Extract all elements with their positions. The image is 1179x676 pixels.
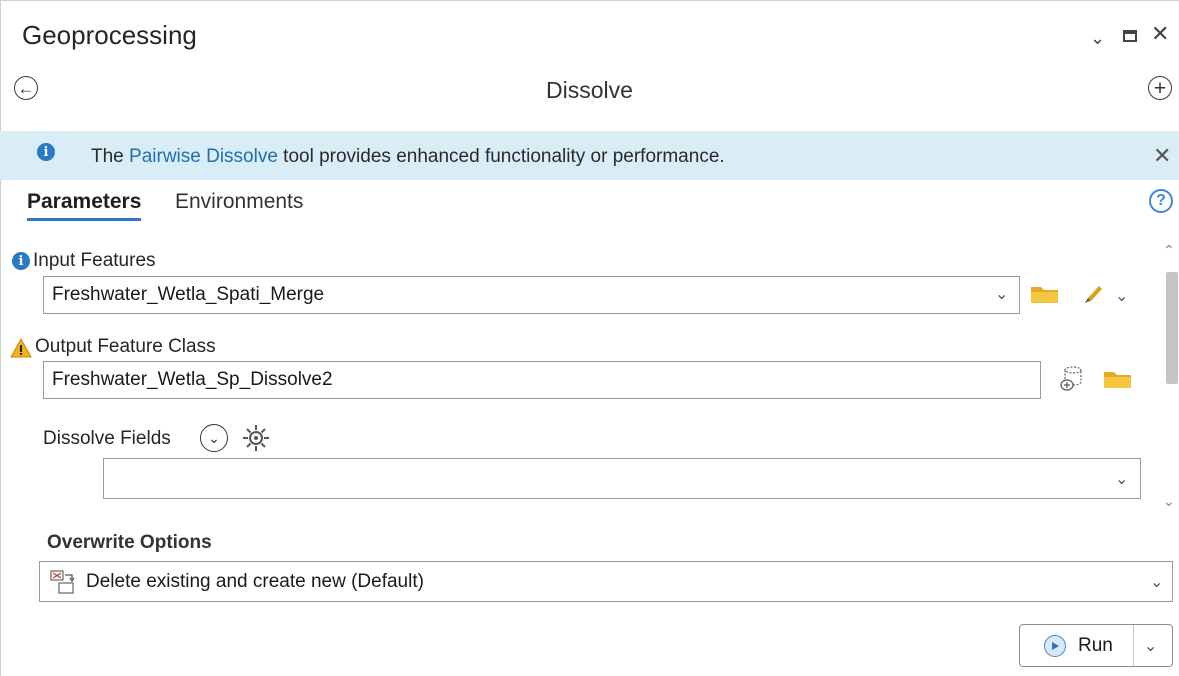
scrollbar-thumb[interactable] <box>1166 272 1178 384</box>
info-banner-text: The Pairwise Dissolve tool provides enha… <box>91 146 725 168</box>
output-feature-class-value: Freshwater_Wetla_Sp_Dissolve2 <box>52 369 333 390</box>
overwrite-options-label: Overwrite Options <box>47 532 212 553</box>
tool-title: Dissolve <box>546 77 633 103</box>
close-icon[interactable]: ✕ <box>1151 22 1169 46</box>
input-info-icon[interactable]: i <box>12 252 30 270</box>
banner-close-icon[interactable]: ✕ <box>1153 143 1171 169</box>
overwrite-options-dropdown-chevron-icon[interactable]: ⌄ <box>1150 572 1163 592</box>
maximize-icon[interactable] <box>1123 30 1137 42</box>
run-button[interactable]: Run ⌄ <box>1019 624 1173 667</box>
input-browse-folder-icon[interactable] <box>1030 283 1060 305</box>
pairwise-dissolve-link[interactable]: Pairwise Dissolve <box>129 146 278 167</box>
info-icon: i <box>37 143 55 161</box>
scroll-down-chevron-icon[interactable]: ⌄ <box>1163 493 1175 510</box>
input-features-value: Freshwater_Wetla_Spati_Merge <box>52 284 325 305</box>
pencil-icon[interactable] <box>1082 284 1106 306</box>
output-feature-class-field[interactable]: Freshwater_Wetla_Sp_Dissolve2 <box>43 361 1041 399</box>
play-triangle-icon <box>1052 641 1059 650</box>
add-icon[interactable]: + <box>1148 76 1172 100</box>
gear-icon[interactable] <box>240 422 272 454</box>
tab-parameters[interactable]: Parameters <box>27 190 142 221</box>
pane-title: Geoprocessing <box>22 20 197 50</box>
output-browse-folder-icon[interactable] <box>1103 368 1133 390</box>
database-picker-icon[interactable] <box>1058 364 1084 394</box>
info-banner-prefix: The <box>91 146 130 167</box>
dissolve-fields-field[interactable] <box>103 458 1141 499</box>
scroll-up-chevron-icon[interactable]: ⌃ <box>1163 242 1175 259</box>
overwrite-options-value: Delete existing and create new (Default) <box>86 570 424 592</box>
warning-icon[interactable] <box>10 338 32 358</box>
output-feature-class-label: Output Feature Class <box>35 336 216 357</box>
pencil-dropdown-chevron-icon[interactable]: ⌄ <box>1115 286 1128 306</box>
dissolve-fields-dropdown-chevron-icon[interactable]: ⌄ <box>1115 469 1128 489</box>
pane-menu-chevron-icon[interactable]: ⌄ <box>1090 26 1105 50</box>
help-icon[interactable]: ? <box>1149 189 1173 213</box>
run-divider <box>1132 625 1134 666</box>
input-features-dropdown-chevron-icon[interactable]: ⌄ <box>995 284 1008 304</box>
dissolve-fields-label: Dissolve Fields <box>43 428 171 449</box>
overwrite-options-field[interactable]: Delete existing and create new (Default) <box>39 561 1173 602</box>
run-label: Run <box>1078 634 1113 656</box>
tab-environments[interactable]: Environments <box>175 190 303 214</box>
overwrite-option-icon <box>50 570 75 594</box>
input-features-field[interactable]: Freshwater_Wetla_Spati_Merge <box>43 276 1020 314</box>
run-options-chevron-icon[interactable]: ⌄ <box>1144 636 1157 656</box>
expand-fields-chevron-icon[interactable]: ⌄ <box>200 424 228 452</box>
input-features-label: Input Features <box>33 250 156 271</box>
info-banner-suffix: tool provides enhanced functionality or … <box>277 146 725 167</box>
run-play-icon <box>1044 634 1066 657</box>
